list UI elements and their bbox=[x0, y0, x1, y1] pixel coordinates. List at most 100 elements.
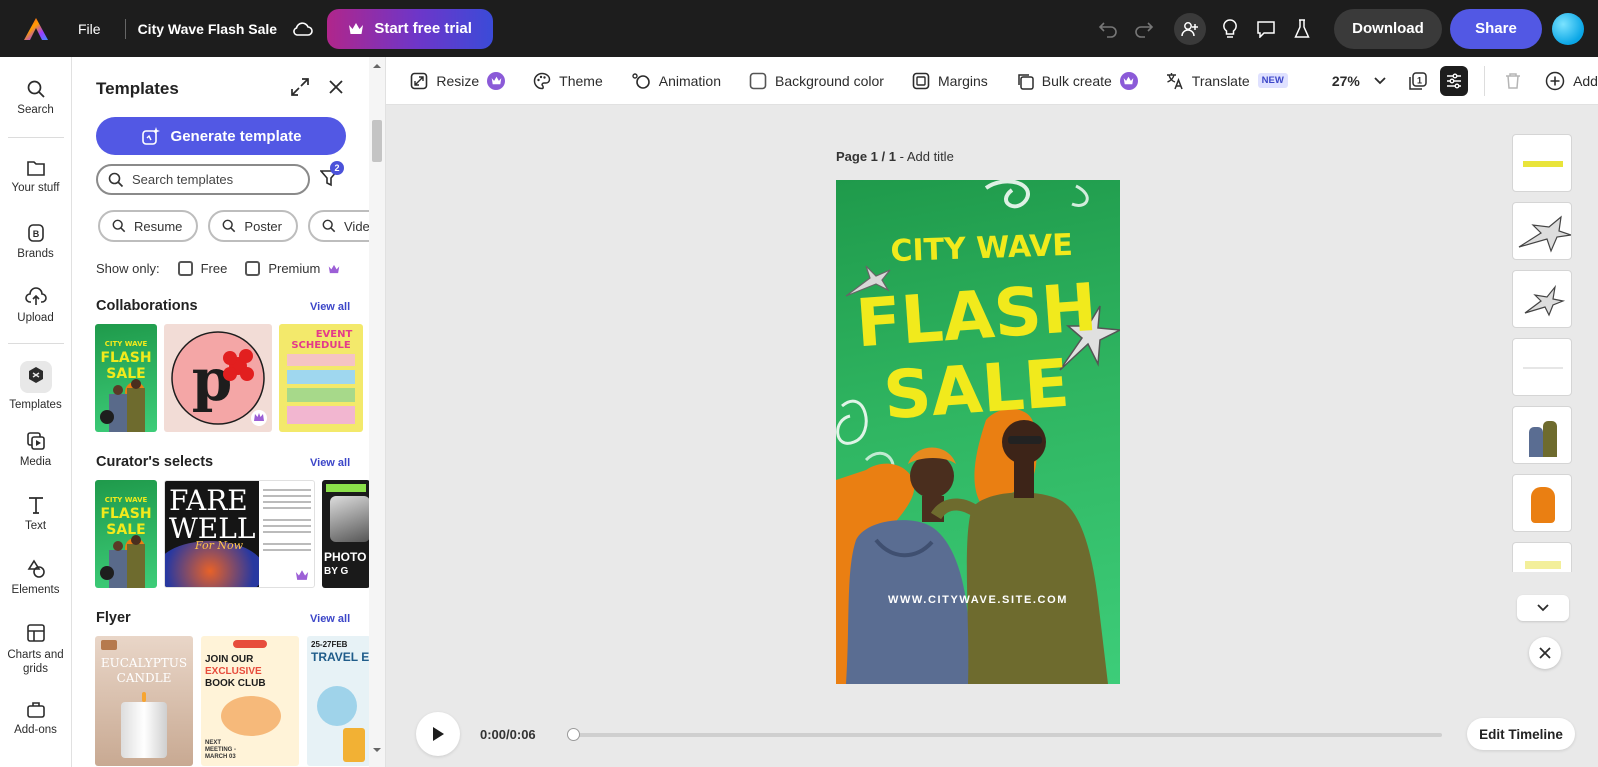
chip-label: Resume bbox=[134, 218, 183, 234]
layer-thumb-partial[interactable] bbox=[1512, 542, 1572, 572]
rail-item-text[interactable]: Text bbox=[0, 495, 71, 532]
scroll-up-icon[interactable] bbox=[372, 63, 382, 69]
beta-flask-icon[interactable] bbox=[1284, 11, 1320, 47]
layer-thumb-people[interactable] bbox=[1512, 406, 1572, 464]
rail-item-templates[interactable]: Templates bbox=[0, 361, 71, 411]
view-all-curators-link[interactable]: View all bbox=[310, 457, 350, 469]
start-free-trial-label: Start free trial bbox=[374, 20, 472, 37]
close-icon[interactable] bbox=[326, 77, 346, 97]
avatar[interactable] bbox=[1552, 12, 1584, 45]
close-icon[interactable] bbox=[1529, 637, 1561, 669]
rail-item-elements[interactable]: Elements bbox=[0, 559, 71, 596]
undo-icon[interactable] bbox=[1090, 11, 1126, 47]
resize-icon bbox=[410, 72, 428, 90]
chip-poster[interactable]: Poster bbox=[208, 210, 298, 242]
rail-item-add-ons[interactable]: Add-ons bbox=[0, 701, 71, 736]
chip-resume[interactable]: Resume bbox=[98, 210, 199, 242]
layer-thumb-headline[interactable] bbox=[1512, 134, 1572, 192]
theme-button[interactable]: Theme bbox=[533, 72, 603, 90]
resize-button[interactable]: Resize bbox=[410, 71, 506, 90]
template-thumbnail-eucalyptus-candle[interactable]: EUCALYPTUS CANDLE bbox=[95, 636, 193, 766]
cloud-sync-icon[interactable] bbox=[291, 21, 313, 37]
document-title[interactable]: City Wave Flash Sale bbox=[138, 21, 278, 37]
generate-template-button[interactable]: Generate template bbox=[96, 117, 346, 155]
timeline-track[interactable] bbox=[572, 733, 1442, 737]
template-thumbnail-city-wave[interactable]: CITY WAVE FLASH SALE bbox=[95, 480, 157, 588]
rail-item-upload[interactable]: Upload bbox=[0, 287, 71, 324]
zoom-control[interactable]: 27% bbox=[1332, 73, 1386, 89]
panel-scrollbar[interactable] bbox=[369, 57, 385, 767]
margins-button[interactable]: Margins bbox=[912, 72, 988, 90]
translate-button[interactable]: Translate NEW bbox=[1166, 72, 1288, 90]
search-templates-input[interactable]: Search templates bbox=[96, 164, 310, 195]
add-label: Add bbox=[1573, 72, 1598, 89]
file-menu-button[interactable]: File bbox=[74, 21, 105, 37]
panel-scrollbar-thumb[interactable] bbox=[372, 120, 382, 162]
layer-thumb-star[interactable] bbox=[1512, 202, 1572, 260]
rail-item-label: Add-ons bbox=[14, 724, 57, 736]
poster-headline-city-wave[interactable]: CITY WAVE bbox=[890, 228, 1074, 269]
rail-item-brands[interactable]: B Brands bbox=[0, 223, 71, 260]
layer-thumb-orange-shape[interactable] bbox=[1512, 474, 1572, 532]
template-thumbnail-farewell[interactable]: FARE WELL For Now bbox=[164, 480, 315, 588]
background-color-button[interactable]: Background color bbox=[749, 72, 884, 90]
template-thumbnail-p-logo[interactable]: p bbox=[164, 324, 272, 432]
comment-icon[interactable] bbox=[1248, 11, 1284, 47]
poster-headline-sale[interactable]: SALE bbox=[881, 345, 1072, 435]
template-thumbnail-book-club[interactable]: JOIN OUR EXCLUSIVE BOOK CLUB NEXT MEETIN… bbox=[201, 636, 299, 766]
divider bbox=[124, 18, 126, 39]
thumb-photo-text: PHOTO bbox=[324, 550, 367, 564]
template-thumbnail-event-schedule[interactable]: EVENT SCHEDULE bbox=[279, 324, 363, 432]
timeline-scrubber-handle[interactable] bbox=[567, 728, 580, 741]
layer-thumb-star[interactable] bbox=[1512, 270, 1572, 328]
play-button[interactable] bbox=[416, 712, 460, 756]
free-checkbox[interactable] bbox=[177, 261, 193, 276]
edit-timeline-button[interactable]: Edit Timeline bbox=[1467, 718, 1575, 750]
rail-divider bbox=[8, 343, 64, 344]
rail-item-search[interactable]: Search bbox=[0, 79, 71, 116]
rail-item-media[interactable]: Media bbox=[0, 431, 71, 468]
scroll-down-icon[interactable] bbox=[372, 747, 382, 753]
bulk-create-button[interactable]: Bulk create bbox=[1016, 71, 1138, 90]
page-label: Page 1 / 1 - Add title bbox=[836, 149, 954, 164]
template-thumbnail-city-wave[interactable]: CITY WAVE FLASH SALE bbox=[95, 324, 157, 432]
playback-time: 0:00/0:06 bbox=[480, 727, 536, 742]
templates-panel: Templates Generate template Search templ… bbox=[72, 57, 386, 767]
app-logo-icon[interactable] bbox=[0, 0, 72, 57]
filter-count-badge: 2 bbox=[330, 161, 344, 175]
chevron-down-icon[interactable] bbox=[1517, 595, 1569, 621]
trash-icon[interactable] bbox=[1499, 66, 1527, 96]
invite-user-icon[interactable] bbox=[1174, 12, 1206, 45]
template-thumbnail-photo[interactable]: PHOTO BY G bbox=[322, 480, 370, 588]
page-count-button[interactable]: 1 bbox=[1404, 66, 1432, 96]
view-all-flyer-link[interactable]: View all bbox=[310, 613, 350, 625]
media-icon bbox=[0, 431, 71, 451]
panel-title: Templates bbox=[96, 79, 179, 98]
template-thumbnail-travel[interactable]: 25-27FEB TRAVEL E bbox=[307, 636, 371, 766]
poster-url-text[interactable]: WWW.CITYWAVE.SITE.COM bbox=[836, 594, 1120, 606]
section-title-collaborations: Collaborations bbox=[96, 298, 198, 314]
animation-button[interactable]: Animation bbox=[631, 72, 721, 90]
lightbulb-icon[interactable] bbox=[1212, 11, 1248, 47]
share-button[interactable]: Share bbox=[1450, 8, 1542, 49]
premium-checkbox[interactable] bbox=[245, 261, 261, 276]
layers-toggle-button[interactable] bbox=[1439, 65, 1469, 96]
add-title-link[interactable]: - Add title bbox=[896, 149, 954, 164]
poster-canvas[interactable]: CITY WAVE FLASH SALE WWW.CITYWAVE.SITE.C… bbox=[836, 180, 1120, 684]
thumb-candle-line2: CANDLE bbox=[116, 671, 172, 685]
expand-icon[interactable] bbox=[290, 77, 310, 97]
rail-item-your-stuff[interactable]: Your stuff bbox=[0, 159, 71, 194]
view-all-collaborations-link[interactable]: View all bbox=[310, 301, 350, 313]
layer-thumb-url-text[interactable] bbox=[1512, 338, 1572, 396]
canvas-area[interactable]: Page 1 / 1 - Add title CITY WAVE FLASH S… bbox=[386, 105, 1598, 767]
redo-icon[interactable] bbox=[1126, 11, 1162, 47]
add-button[interactable]: Add bbox=[1545, 71, 1598, 91]
theme-label: Theme bbox=[559, 72, 603, 89]
rail-item-label: Search bbox=[17, 104, 54, 116]
download-button[interactable]: Download bbox=[1334, 8, 1442, 49]
search-icon bbox=[222, 219, 236, 233]
search-icon bbox=[108, 172, 124, 188]
rail-item-charts-and-grids[interactable]: Charts and grids bbox=[0, 623, 71, 676]
start-free-trial-button[interactable]: Start free trial bbox=[327, 8, 494, 49]
thumb-travel-date: 25-27FEB bbox=[311, 640, 348, 649]
